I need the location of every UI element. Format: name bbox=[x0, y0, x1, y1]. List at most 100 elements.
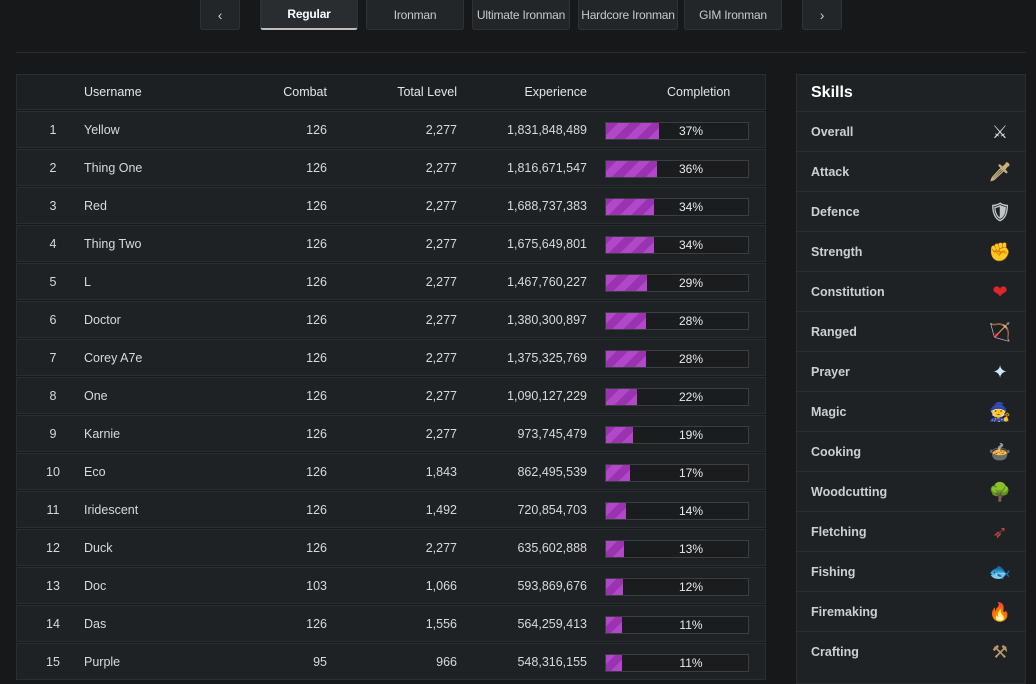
header-combat[interactable]: Combat bbox=[283, 75, 327, 109]
rank-cell: 14 bbox=[46, 616, 60, 631]
username-link[interactable]: Karnie bbox=[84, 416, 120, 451]
skill-item-overall[interactable]: Overall ⚔ bbox=[797, 111, 1025, 151]
shield-icon: 🛡 bbox=[988, 202, 1012, 222]
rank-cell: 10 bbox=[46, 464, 60, 479]
total-level-cell: 2,277 bbox=[425, 540, 457, 555]
tab-regular[interactable]: Regular bbox=[260, 0, 358, 30]
table-body: 1 Yellow 126 2,277 1,831,848,489 37% 2 T… bbox=[16, 111, 766, 680]
completion-label: 22% bbox=[678, 390, 704, 404]
username-link[interactable]: Doctor bbox=[84, 302, 121, 337]
total-level-cell: 1,492 bbox=[425, 502, 457, 517]
skill-label: Magic bbox=[811, 404, 847, 419]
experience-cell: 1,688,737,383 bbox=[507, 198, 587, 213]
skills-title: Skills bbox=[811, 84, 853, 101]
table-row[interactable]: 15 Purple 95 966 548,316,155 11% bbox=[16, 643, 766, 680]
tab-gim-ironman[interactable]: GIM Ironman bbox=[684, 0, 782, 30]
table-row[interactable]: 13 Doc 103 1,066 593,869,676 12% bbox=[16, 567, 766, 604]
skill-item-defence[interactable]: Defence 🛡 bbox=[797, 191, 1025, 231]
table-row[interactable]: 4 Thing Two 126 2,277 1,675,649,801 34% bbox=[16, 225, 766, 262]
skill-item-fishing[interactable]: Fishing 🐟 bbox=[797, 551, 1025, 591]
tabs-next-button[interactable]: › bbox=[802, 0, 842, 30]
header-username[interactable]: Username bbox=[84, 75, 142, 109]
experience-cell: 564,259,413 bbox=[517, 616, 587, 631]
rank-cell: 13 bbox=[46, 578, 60, 593]
combat-cell: 126 bbox=[306, 198, 327, 213]
username-link[interactable]: Yellow bbox=[84, 112, 120, 147]
header-total-level[interactable]: Total Level bbox=[397, 75, 457, 109]
username-link[interactable]: Red bbox=[84, 188, 107, 223]
skill-item-firemaking[interactable]: Firemaking 🔥 bbox=[797, 591, 1025, 631]
completion-label: 17% bbox=[678, 466, 704, 480]
username-link[interactable]: L bbox=[84, 264, 91, 299]
username-link[interactable]: Duck bbox=[84, 530, 112, 565]
username-link[interactable]: Eco bbox=[84, 454, 106, 489]
experience-cell: 1,375,325,769 bbox=[507, 350, 587, 365]
experience-cell: 635,602,888 bbox=[517, 540, 587, 555]
combat-cell: 126 bbox=[306, 388, 327, 403]
table-row[interactable]: 1 Yellow 126 2,277 1,831,848,489 37% bbox=[16, 111, 766, 148]
header-experience[interactable]: Experience bbox=[524, 75, 587, 109]
combat-cell: 103 bbox=[306, 578, 327, 593]
completion-label: 13% bbox=[678, 542, 704, 556]
skill-item-magic[interactable]: Magic 🧙 bbox=[797, 391, 1025, 431]
skill-item-strength[interactable]: Strength ✊ bbox=[797, 231, 1025, 271]
username-link[interactable]: Doc bbox=[84, 568, 106, 603]
skill-label: Overall bbox=[811, 124, 854, 139]
tab-ironman[interactable]: Ironman bbox=[366, 0, 464, 30]
header-completion[interactable]: Completion bbox=[667, 75, 730, 109]
completion-bar: 37% bbox=[605, 122, 749, 140]
table-row[interactable]: 7 Corey A7e 126 2,277 1,375,325,769 28% bbox=[16, 339, 766, 376]
username-link[interactable]: Corey A7e bbox=[84, 340, 142, 375]
username-link[interactable]: Das bbox=[84, 606, 106, 641]
skill-item-prayer[interactable]: Prayer ✦ bbox=[797, 351, 1025, 391]
combat-cell: 126 bbox=[306, 540, 327, 555]
table-row[interactable]: 9 Karnie 126 2,277 973,745,479 19% bbox=[16, 415, 766, 452]
username-link[interactable]: Thing Two bbox=[84, 226, 141, 261]
skill-item-cooking[interactable]: Cooking 🍲 bbox=[797, 431, 1025, 471]
table-row[interactable]: 11 Iridescent 126 1,492 720,854,703 14% bbox=[16, 491, 766, 528]
table-row[interactable]: 10 Eco 126 1,843 862,495,539 17% bbox=[16, 453, 766, 490]
star-icon: ✦ bbox=[992, 362, 1008, 382]
bow-icon: 🏹 bbox=[988, 322, 1012, 342]
username-link[interactable]: Iridescent bbox=[84, 492, 138, 527]
completion-label: 14% bbox=[678, 504, 704, 518]
skill-item-fletching[interactable]: Fletching ➶ bbox=[797, 511, 1025, 551]
completion-label: 19% bbox=[678, 428, 704, 442]
table-header: Username Combat Total Level Experience C… bbox=[16, 74, 766, 110]
skill-item-constitution[interactable]: Constitution ❤ bbox=[797, 271, 1025, 311]
completion-label: 34% bbox=[678, 238, 704, 252]
skill-item-attack[interactable]: Attack 🗡 bbox=[797, 151, 1025, 191]
table-row[interactable]: 3 Red 126 2,277 1,688,737,383 34% bbox=[16, 187, 766, 224]
table-row[interactable]: 8 One 126 2,277 1,090,127,229 22% bbox=[16, 377, 766, 414]
experience-cell: 1,467,760,227 bbox=[507, 274, 587, 289]
skills-panel: Skills Overall ⚔ Attack 🗡 Defence 🛡 Stre… bbox=[796, 74, 1026, 684]
rank-cell: 6 bbox=[49, 312, 57, 327]
total-level-cell: 2,277 bbox=[425, 198, 457, 213]
experience-cell: 548,316,155 bbox=[517, 654, 587, 669]
table-row[interactable]: 2 Thing One 126 2,277 1,816,671,547 36% bbox=[16, 149, 766, 186]
skills-list: Overall ⚔ Attack 🗡 Defence 🛡 Strength ✊ … bbox=[797, 111, 1025, 671]
table-row[interactable]: 12 Duck 126 2,277 635,602,888 13% bbox=[16, 529, 766, 566]
experience-cell: 973,745,479 bbox=[517, 426, 587, 441]
completion-bar: 14% bbox=[605, 502, 749, 520]
tabs-prev-button[interactable]: ‹ bbox=[200, 0, 240, 30]
table-row[interactable]: 5 L 126 2,277 1,467,760,227 29% bbox=[16, 263, 766, 300]
total-level-cell: 1,066 bbox=[425, 578, 457, 593]
username-link[interactable]: Purple bbox=[84, 644, 120, 679]
skill-item-crafting[interactable]: Crafting ⚒ bbox=[797, 631, 1025, 671]
rank-cell: 9 bbox=[49, 426, 57, 441]
username-link[interactable]: One bbox=[84, 378, 108, 413]
skill-item-woodcutting[interactable]: Woodcutting 🌳 bbox=[797, 471, 1025, 511]
fire-icon: 🔥 bbox=[988, 602, 1012, 622]
table-row[interactable]: 6 Doctor 126 2,277 1,380,300,897 28% bbox=[16, 301, 766, 338]
username-link[interactable]: Thing One bbox=[84, 150, 142, 185]
fish-icon: 🐟 bbox=[988, 562, 1012, 582]
skill-item-ranged[interactable]: Ranged 🏹 bbox=[797, 311, 1025, 351]
table-row[interactable]: 14 Das 126 1,556 564,259,413 11% bbox=[16, 605, 766, 642]
experience-cell: 593,869,676 bbox=[517, 578, 587, 593]
completion-bar: 22% bbox=[605, 388, 749, 406]
total-level-cell: 1,843 bbox=[425, 464, 457, 479]
tab-hardcore-ironman[interactable]: Hardcore Ironman bbox=[578, 0, 678, 30]
tab-ultimate-ironman[interactable]: Ultimate Ironman bbox=[472, 0, 570, 30]
skill-label: Attack bbox=[811, 164, 850, 179]
